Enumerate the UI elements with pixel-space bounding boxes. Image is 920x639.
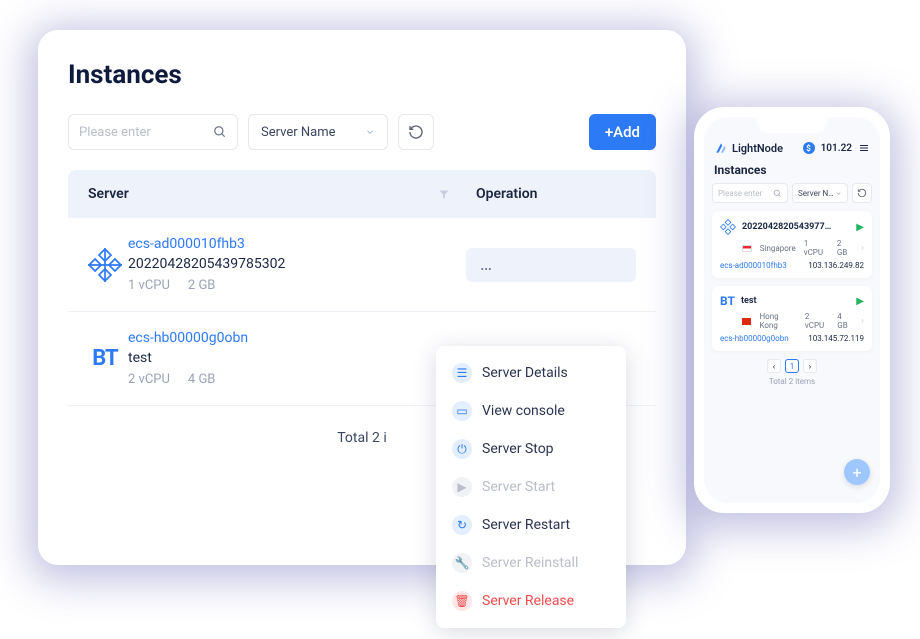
row-body: ecs-hb00000g0obn test 2 vCPU4 GB (128, 330, 466, 387)
phone-toolbar: Please enter Server N… (712, 183, 872, 203)
phone-search-input[interactable]: Please enter (712, 183, 788, 203)
operation-menu: ☰ Server Details ▭ View console ⏻ Server… (436, 346, 626, 628)
phone-instance-card[interactable]: 2022042820543977… ▶ Singapore 1 vCPU 2 G… (712, 211, 872, 278)
column-server: Server (88, 186, 438, 202)
operation-menu-button[interactable]: … (466, 248, 636, 282)
balance-icon: $ (803, 142, 815, 154)
page-title: Instances (68, 60, 656, 90)
balance: 101.22 (821, 143, 852, 154)
instance-code[interactable]: ecs-hb00000g0obn (128, 330, 466, 346)
chevron-right-icon: › (861, 316, 864, 326)
phone-page-title: Instances (714, 163, 870, 177)
search-placeholder: Please enter (79, 125, 213, 140)
instance-spec: 2 vCPU4 GB (128, 372, 466, 387)
menu-server-stop[interactable]: ⏻ Server Stop (436, 430, 626, 468)
power-icon: ⏻ (452, 439, 472, 459)
wrench-icon: 🔧 (452, 553, 472, 573)
os-bt-icon: BT (82, 346, 128, 371)
instance-code[interactable]: ecs-ad000010fhb3 (128, 236, 466, 252)
search-icon (213, 125, 227, 139)
refresh-icon (408, 124, 424, 140)
table-header: Server Operation (68, 170, 656, 218)
pager-page[interactable]: 1 (785, 359, 799, 373)
phone-add-button[interactable]: + (844, 459, 870, 485)
add-button[interactable]: +Add (589, 114, 656, 150)
hamburger-icon[interactable] (858, 142, 870, 154)
brand-icon (714, 141, 728, 155)
os-centos-icon (82, 248, 128, 282)
filter-icon[interactable] (438, 188, 450, 200)
restart-icon: ↻ (452, 515, 472, 535)
operation-cell: … (466, 248, 642, 282)
play-icon: ▶ (452, 477, 472, 497)
refresh-icon (857, 188, 867, 198)
menu-server-start: ▶ Server Start (436, 468, 626, 506)
menu-server-release[interactable]: 🗑 Server Release (436, 582, 626, 620)
console-icon: ▭ (452, 401, 472, 421)
instance-code[interactable]: ecs-hb00000g0obn (720, 334, 789, 343)
refresh-button[interactable] (398, 114, 434, 150)
instance-name: 2022042820543977… (742, 222, 850, 232)
phone-filter-select[interactable]: Server N… (792, 183, 848, 203)
os-bt-icon: BT (720, 294, 735, 308)
phone-instance-card[interactable]: BT test ▶ Hong Kong 2 vCPU 4 GB › ecs-hb… (712, 286, 872, 351)
trash-icon: 🗑 (452, 591, 472, 611)
menu-view-console[interactable]: ▭ View console (436, 392, 626, 430)
phone-total: Total 2 items (712, 377, 872, 386)
details-icon: ☰ (452, 363, 472, 383)
filter-label: Server Name (261, 125, 336, 140)
pager-prev[interactable]: ‹ (767, 359, 781, 373)
toolbar: Please enter Server Name +Add (68, 114, 656, 150)
flag-hk-icon (742, 318, 751, 325)
plus-icon: + (852, 463, 861, 482)
instance-name: test (741, 296, 850, 306)
phone-mockup: LightNode $ 101.22 Instances Please ente… (694, 107, 890, 513)
phone-refresh-button[interactable] (852, 183, 872, 203)
row-body: ecs-ad000010fhb3 20220428205439785302 1 … (128, 236, 466, 293)
column-operation: Operation (476, 186, 636, 202)
instance-ip: 103.145.72.119 (808, 334, 864, 343)
flag-sg-icon (742, 245, 752, 252)
add-label: +Add (605, 123, 640, 141)
brand: LightNode (714, 141, 783, 155)
menu-server-details[interactable]: ☰ Server Details (436, 354, 626, 392)
instance-spec: 1 vCPU2 GB (128, 278, 466, 293)
search-icon (773, 189, 782, 198)
instance-code[interactable]: ecs-ad000010fhb3 (720, 261, 787, 270)
filter-select[interactable]: Server Name (248, 114, 388, 150)
search-input[interactable]: Please enter (68, 114, 238, 150)
chevron-down-icon (365, 127, 375, 137)
os-centos-icon (720, 219, 736, 235)
chevron-down-icon (835, 190, 842, 197)
instance-name: test (128, 350, 466, 366)
instance-name: 20220428205439785302 (128, 256, 466, 272)
status-running-icon: ▶ (856, 296, 864, 307)
table-row[interactable]: ecs-ad000010fhb3 20220428205439785302 1 … (68, 218, 656, 312)
phone-header: LightNode $ 101.22 (712, 141, 872, 155)
pager-next[interactable]: › (803, 359, 817, 373)
phone-pager: ‹ 1 › (712, 359, 872, 373)
menu-server-restart[interactable]: ↻ Server Restart (436, 506, 626, 544)
status-running-icon: ▶ (856, 222, 864, 233)
chevron-right-icon: › (861, 243, 864, 253)
menu-server-reinstall: 🔧 Server Reinstall (436, 544, 626, 582)
instance-ip: 103.136.249.82 (808, 261, 864, 270)
